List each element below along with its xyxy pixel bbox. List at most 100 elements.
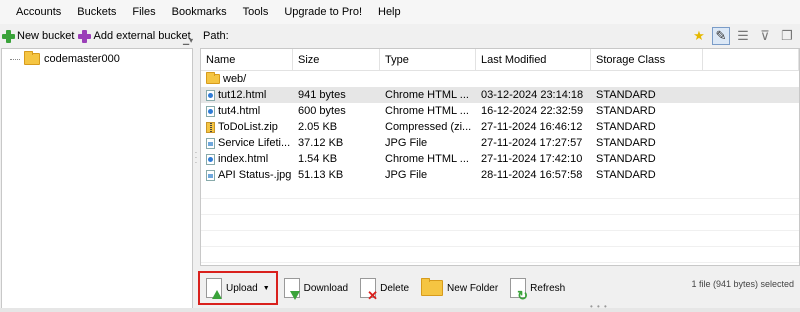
column-header-type[interactable]: Type [380, 49, 476, 70]
download-button[interactable]: Download [278, 271, 354, 305]
file-name: index.html [218, 153, 269, 165]
table-row[interactable]: API Status-.jpg 51.13 KB JPG File 28-11-… [201, 167, 799, 183]
path-label: Path: [203, 30, 229, 42]
empty-row [201, 231, 799, 247]
column-header-name[interactable]: Name [201, 49, 293, 70]
upload-label: Upload [226, 282, 258, 294]
cell-modified: 16-12-2024 22:32:59 [481, 105, 584, 117]
empty-row [201, 247, 799, 263]
cell-size: 1.54 KB [298, 153, 338, 165]
cell-storage: STANDARD [596, 169, 656, 181]
cell-size: 51.13 KB [298, 169, 344, 181]
cell-modified: 28-11-2024 16:57:58 [481, 169, 583, 181]
file-name: Service Lifeti... [218, 137, 291, 149]
cell-name: index.html [201, 151, 293, 167]
cell-type: Chrome HTML ... [385, 89, 469, 101]
cell-name: API Status-.jpg [201, 167, 293, 183]
cell-storage: STANDARD [596, 105, 656, 117]
cell-size: 2.05 KB [298, 121, 338, 133]
download-icon [283, 278, 300, 300]
empty-row [201, 183, 799, 199]
table-row-folder[interactable]: web/ [201, 71, 799, 87]
upload-button[interactable]: Upload ▼ [198, 271, 278, 305]
folder-icon [24, 51, 40, 65]
tree-item-root[interactable]: codemaster000 [10, 51, 120, 65]
html-file-icon [206, 153, 215, 165]
empty-row [201, 199, 799, 215]
delete-icon: ✕ [360, 278, 378, 302]
purple-plus-icon [78, 29, 92, 43]
folder-name: web/ [223, 73, 247, 85]
file-list: Name Size Type Last Modified Storage Cla… [200, 48, 800, 266]
new-bucket-label: New bucket [17, 30, 75, 42]
empty-row [201, 215, 799, 231]
html-file-icon [206, 89, 215, 101]
cell-size: 37.12 KB [298, 137, 344, 149]
cell-name: Service Lifeti... [201, 135, 293, 151]
file-name: API Status-.jpg [218, 169, 292, 181]
image-file-icon [206, 137, 215, 149]
cell-type: Chrome HTML ... [385, 105, 469, 117]
menu-bar: Accounts Buckets Files Bookmarks Tools U… [0, 0, 800, 24]
column-header-storage-class[interactable]: Storage Class [591, 49, 703, 70]
panel-splitter-handle[interactable]: · · · [193, 149, 199, 167]
cell-modified: 27-11-2024 16:46:12 [481, 121, 583, 133]
list-icon[interactable]: ☰ [734, 27, 752, 45]
new-bucket-button[interactable]: New bucket [2, 29, 75, 43]
new-folder-label: New Folder [447, 282, 499, 294]
cell-modified: 27-11-2024 17:42:10 [481, 153, 583, 165]
html-file-icon [206, 105, 215, 117]
file-name: tut12.html [218, 89, 267, 101]
menu-buckets[interactable]: Buckets [69, 0, 124, 24]
chevron-down-icon[interactable]: ▼ [263, 285, 270, 292]
cell-name: tut12.html [201, 87, 293, 103]
file-name: ToDoList.zip [218, 121, 278, 133]
cell-size: 941 bytes [298, 89, 346, 101]
column-header-last-modified[interactable]: Last Modified [476, 49, 591, 70]
menu-tools[interactable]: Tools [235, 0, 277, 24]
cell-size: 600 bytes [298, 105, 346, 117]
menu-upgrade[interactable]: Upgrade to Pro! [276, 0, 370, 24]
cell-modified: 03-12-2024 23:14:18 [481, 89, 584, 101]
refresh-label: Refresh [530, 282, 566, 294]
file-name: tut4.html [218, 105, 261, 117]
cell-type: JPG File [385, 169, 428, 181]
upload-icon [206, 278, 222, 299]
add-external-bucket-label: Add external bucket [93, 30, 191, 42]
menu-help[interactable]: Help [370, 0, 409, 24]
delete-button[interactable]: ✕ Delete [354, 271, 415, 305]
selection-status: 1 file (941 bytes) selected [691, 279, 794, 289]
tree-connector [10, 58, 20, 60]
new-folder-button[interactable]: New Folder [415, 271, 504, 305]
add-external-bucket-button[interactable]: Add external bucket [78, 29, 191, 43]
column-header-size[interactable]: Size [293, 49, 380, 70]
table-row[interactable]: tut12.html 941 bytes Chrome HTML ... 03-… [201, 87, 799, 103]
menu-accounts[interactable]: Accounts [8, 0, 69, 24]
copy-icon[interactable]: ❐ [778, 27, 796, 45]
path-bar: Path: ★ ✎ ☰ ⊽ ❐ [200, 26, 800, 46]
bucket-toolbar: New bucket Add external bucket [0, 26, 198, 46]
column-header-empty [703, 49, 799, 70]
table-row[interactable]: Service Lifeti... 37.12 KB JPG File 27-1… [201, 135, 799, 151]
menu-bookmarks[interactable]: Bookmarks [164, 0, 235, 24]
refresh-icon: ↻ [510, 278, 528, 302]
image-file-icon [206, 169, 215, 181]
cell-name: tut4.html [201, 103, 293, 119]
cell-name: ToDoList.zip [201, 119, 293, 135]
table-row[interactable]: tut4.html 600 bytes Chrome HTML ... 16-1… [201, 103, 799, 119]
cell-type: Chrome HTML ... [385, 153, 469, 165]
star-icon[interactable]: ★ [690, 27, 708, 45]
delete-label: Delete [380, 282, 410, 294]
new-folder-icon [421, 278, 444, 296]
cell-storage: STANDARD [596, 153, 656, 165]
refresh-button[interactable]: ↻ Refresh [504, 271, 571, 305]
filter-icon[interactable]: ⊽ [756, 27, 774, 45]
folder-icon [206, 72, 220, 84]
download-label: Download [303, 282, 349, 294]
toolbar-overflow-icon[interactable]: ▁▾ [183, 36, 193, 45]
table-row[interactable]: index.html 1.54 KB Chrome HTML ... 27-11… [201, 151, 799, 167]
cell-storage: STANDARD [596, 121, 656, 133]
table-row[interactable]: ToDoList.zip 2.05 KB Compressed (zi... 2… [201, 119, 799, 135]
menu-files[interactable]: Files [124, 0, 163, 24]
pencil-icon[interactable]: ✎ [712, 27, 730, 45]
